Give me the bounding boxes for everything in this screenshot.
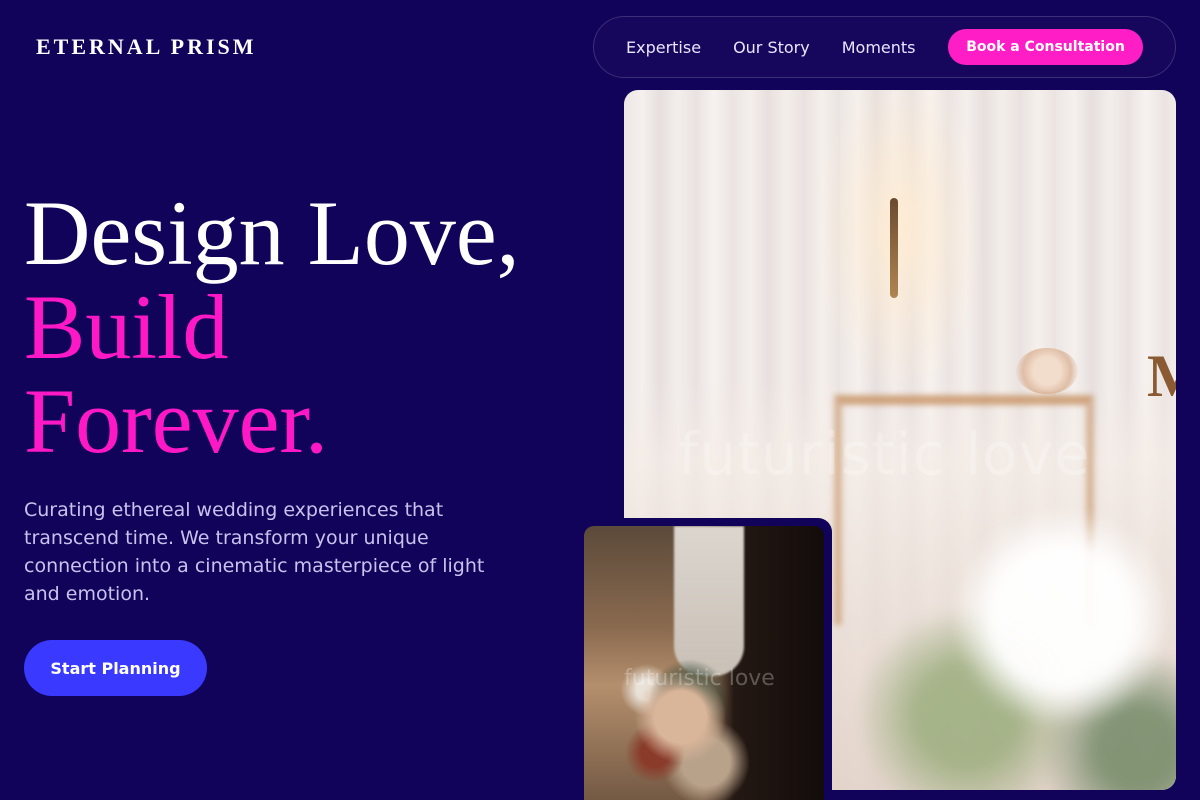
headline-line-1: Design Love,: [24, 182, 520, 284]
headline-line-3: Forever.: [24, 370, 329, 472]
curtain-tie: [890, 198, 898, 298]
book-consultation-button[interactable]: Book a Consultation: [948, 29, 1143, 65]
image-watermark: futuristic love: [678, 420, 1091, 488]
hero-description: Curating ethereal wedding experiences th…: [24, 499, 485, 605]
start-planning-button[interactable]: Start Planning: [24, 640, 207, 696]
landing-page: ETERNAL PRISM Expertise Our Story Moment…: [0, 0, 1200, 800]
foreground-flowers: [834, 485, 1176, 790]
bouquet-image-card: futuristic love: [580, 518, 832, 800]
dried-flower-bouquet: [604, 636, 774, 800]
inset-watermark: futuristic love: [624, 666, 775, 691]
nav-link-moments[interactable]: Moments: [842, 38, 916, 57]
brand-logo[interactable]: ETERNAL PRISM: [36, 34, 257, 60]
headline-line-2: Build: [24, 276, 229, 378]
nav-link-expertise[interactable]: Expertise: [626, 38, 701, 57]
hero-headline: Design Love, Build Forever.: [24, 186, 584, 468]
main-nav: Expertise Our Story Moments Book a Consu…: [593, 16, 1176, 78]
table-bouquet: [1016, 348, 1078, 394]
bride-bouquet-photo: futuristic love: [584, 526, 824, 800]
decor-letter: M: [1147, 343, 1176, 409]
nav-link-our-story[interactable]: Our Story: [733, 38, 810, 57]
